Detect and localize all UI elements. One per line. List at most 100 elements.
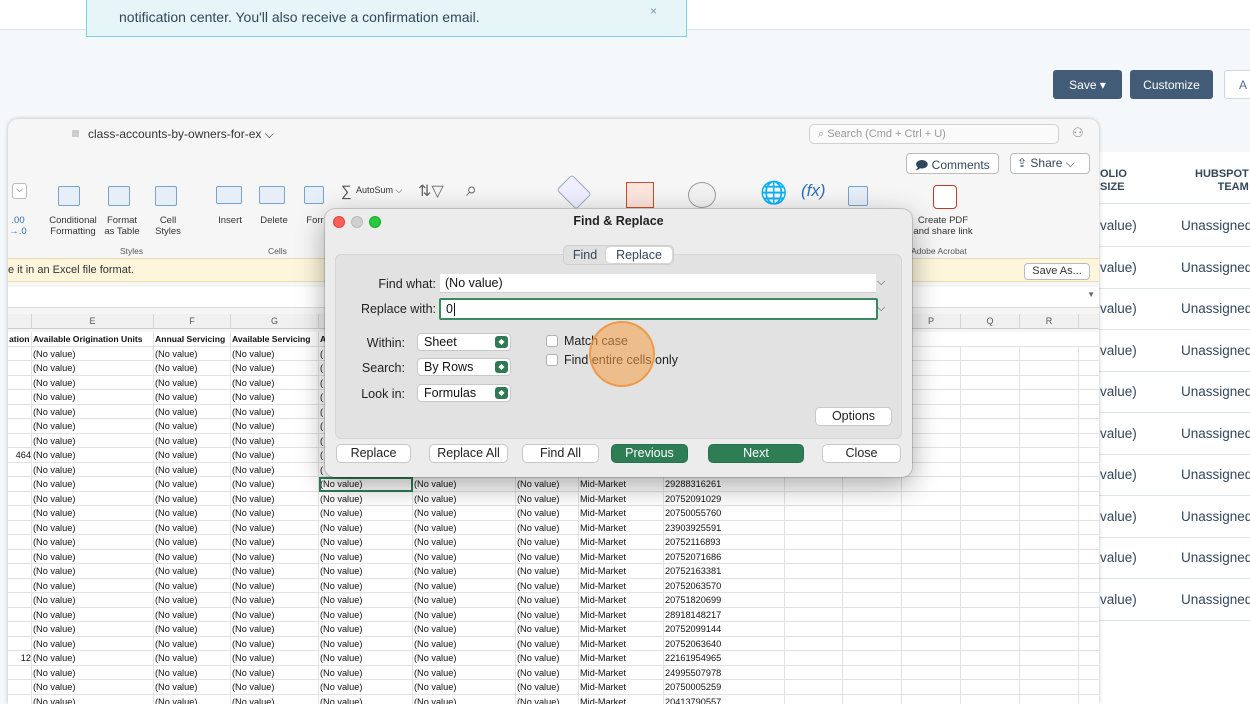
replace-with-input[interactable]: 0: [439, 298, 878, 320]
cell[interactable]: [961, 448, 1020, 463]
search-input[interactable]: ⌕ Search (Cmd + Ctrl + U): [809, 124, 1059, 144]
replace-all-button[interactable]: Replace All: [429, 444, 508, 463]
cell[interactable]: [1020, 404, 1079, 419]
cell[interactable]: (No value): [231, 622, 319, 637]
cell[interactable]: [8, 680, 32, 695]
cell[interactable]: (No value): [231, 433, 319, 448]
cell[interactable]: Mid-Market: [579, 535, 664, 550]
cell[interactable]: [902, 622, 961, 637]
cell[interactable]: [902, 578, 961, 593]
cell[interactable]: [8, 694, 32, 704]
cell[interactable]: (No value): [516, 607, 579, 622]
table-row[interactable]: value) Unassigned: [1090, 288, 1250, 330]
cell[interactable]: [961, 390, 1020, 405]
column-header-g[interactable]: G: [231, 314, 319, 329]
cell[interactable]: (No value): [319, 622, 413, 637]
cell[interactable]: 12: [8, 651, 32, 666]
cell[interactable]: (No value): [516, 622, 579, 637]
add-ins-icon[interactable]: [688, 182, 716, 208]
cell[interactable]: (No value): [516, 680, 579, 695]
cell[interactable]: (No value): [231, 462, 319, 477]
cell[interactable]: (No value): [319, 506, 413, 521]
create-pdf-icon[interactable]: [933, 185, 957, 209]
cell[interactable]: (No value): [32, 680, 154, 695]
cell[interactable]: [902, 593, 961, 608]
cell[interactable]: (No value): [32, 607, 154, 622]
cell[interactable]: (No value): [32, 491, 154, 506]
find-select-icon[interactable]: ⌕: [466, 179, 477, 202]
cell[interactable]: (No value): [516, 491, 579, 506]
cell[interactable]: (No value): [413, 680, 516, 695]
cell[interactable]: [1020, 477, 1079, 492]
cell[interactable]: Available Servicing: [231, 332, 319, 347]
cell[interactable]: (No value): [413, 535, 516, 550]
cell[interactable]: (No value): [154, 694, 231, 704]
search-select[interactable]: By Rows ◆: [417, 358, 511, 376]
cell[interactable]: (No value): [154, 578, 231, 593]
cell[interactable]: (No value): [319, 564, 413, 579]
cell[interactable]: (No value): [516, 535, 579, 550]
cell[interactable]: [843, 593, 902, 608]
table-row[interactable]: value) Unassigned: [1090, 371, 1250, 413]
look-in-select[interactable]: Formulas ◆: [417, 384, 511, 402]
cell[interactable]: 20751820699: [664, 593, 785, 608]
cell[interactable]: (No value): [231, 578, 319, 593]
save-as-button[interactable]: Save As...: [1024, 263, 1090, 280]
cell[interactable]: [843, 636, 902, 651]
cell[interactable]: (No value): [231, 535, 319, 550]
cell[interactable]: (No value): [154, 651, 231, 666]
cell[interactable]: (No value): [154, 665, 231, 680]
match-case-checkbox[interactable]: [546, 335, 558, 347]
cell[interactable]: (No value): [154, 448, 231, 463]
cell[interactable]: [785, 636, 843, 651]
cell[interactable]: [902, 607, 961, 622]
cell[interactable]: (No value): [413, 477, 516, 492]
cell[interactable]: (No value): [319, 477, 413, 492]
cell[interactable]: [902, 694, 961, 704]
cell[interactable]: [1020, 622, 1079, 637]
cell[interactable]: [843, 578, 902, 593]
cell[interactable]: [8, 506, 32, 521]
cell[interactable]: (No value): [154, 491, 231, 506]
find-what-input[interactable]: (No value): [440, 274, 876, 293]
cell[interactable]: (No value): [32, 665, 154, 680]
cell[interactable]: Mid-Market: [579, 607, 664, 622]
cell[interactable]: (No value): [32, 593, 154, 608]
cell[interactable]: (No value): [319, 651, 413, 666]
cell[interactable]: [843, 680, 902, 695]
conditional-formatting-label[interactable]: Conditional Formatting: [46, 215, 100, 237]
cell[interactable]: (No value): [319, 578, 413, 593]
cell[interactable]: [8, 636, 32, 651]
cell[interactable]: (No value): [154, 346, 231, 361]
cell[interactable]: [8, 419, 32, 434]
cell[interactable]: (No value): [231, 520, 319, 535]
cell[interactable]: (No value): [32, 361, 154, 376]
save-button[interactable]: Save ▾: [1053, 70, 1122, 99]
cell[interactable]: (No value): [154, 390, 231, 405]
cell[interactable]: (No value): [231, 390, 319, 405]
cell[interactable]: (No value): [413, 549, 516, 564]
cell[interactable]: (No value): [413, 578, 516, 593]
cell[interactable]: [961, 622, 1020, 637]
cell[interactable]: (No value): [413, 622, 516, 637]
cell[interactable]: (No value): [154, 520, 231, 535]
cell[interactable]: (No value): [154, 607, 231, 622]
cell[interactable]: (No value): [231, 680, 319, 695]
cell[interactable]: (No value): [32, 520, 154, 535]
tab-find[interactable]: Find: [566, 247, 604, 263]
cell[interactable]: [785, 622, 843, 637]
cell[interactable]: [1020, 462, 1079, 477]
cell[interactable]: (No value): [32, 506, 154, 521]
table-row[interactable]: value) Unassigned: [1090, 413, 1250, 455]
cell[interactable]: [1020, 680, 1079, 695]
cell[interactable]: (No value): [154, 419, 231, 434]
cell[interactable]: (No value): [516, 651, 579, 666]
cell[interactable]: [1020, 375, 1079, 390]
cell[interactable]: [902, 680, 961, 695]
cell[interactable]: (No value): [32, 462, 154, 477]
entire-cells-checkbox[interactable]: [546, 354, 558, 366]
cell[interactable]: (No value): [231, 448, 319, 463]
cell[interactable]: [1020, 520, 1079, 535]
cell[interactable]: 23903925591: [664, 520, 785, 535]
conditional-formatting-icon[interactable]: [58, 186, 80, 206]
